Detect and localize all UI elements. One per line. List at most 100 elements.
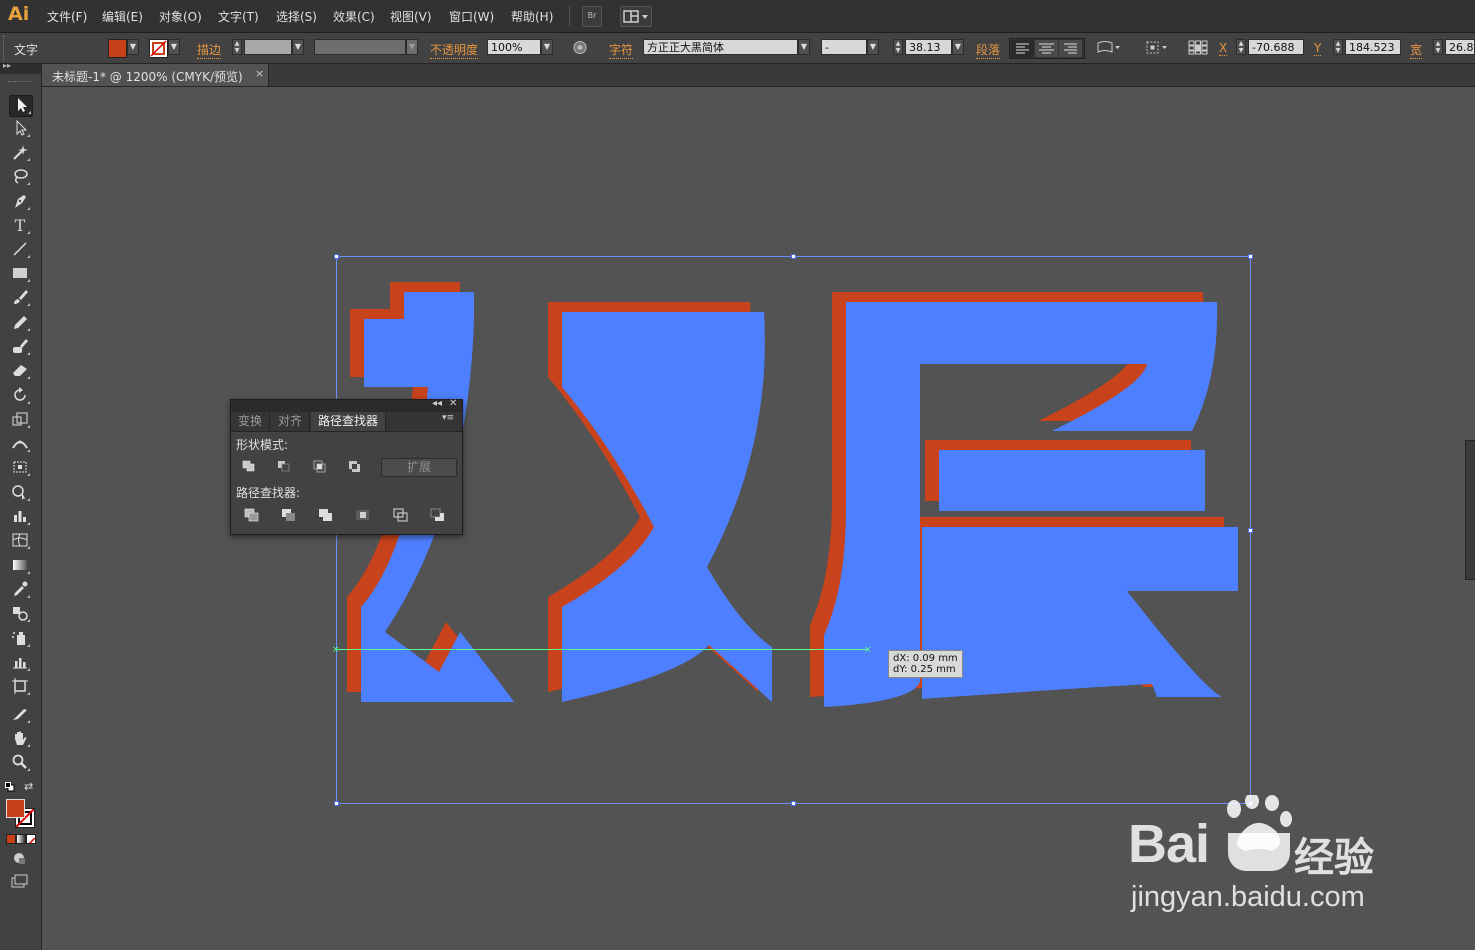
- handle-top-right[interactable]: [1248, 254, 1253, 259]
- menu-edit[interactable]: 编辑(E): [102, 8, 143, 25]
- symbol-sprayer-tool[interactable]: [9, 629, 31, 649]
- font-style-dropdown[interactable]: ▼: [867, 39, 879, 55]
- recolor-artwork-button[interactable]: [572, 40, 588, 55]
- y-label[interactable]: Y: [1314, 41, 1322, 56]
- tab-pathfinder[interactable]: 路径查找器: [311, 412, 387, 431]
- collapsed-panel-dock[interactable]: [1465, 440, 1475, 580]
- stroke-weight-input[interactable]: [244, 39, 292, 55]
- swap-colors-icon[interactable]: ⇄: [24, 780, 36, 793]
- menu-select[interactable]: 选择(S): [276, 8, 317, 25]
- artboard-tool[interactable]: [9, 677, 31, 697]
- none-mode-button[interactable]: [26, 834, 36, 844]
- front-glyph-part[interactable]: [939, 450, 1205, 511]
- paragraph-label[interactable]: 段落: [976, 41, 1001, 59]
- hand-tool[interactable]: [9, 729, 31, 749]
- align-right-button[interactable]: [1059, 40, 1082, 57]
- y-stepper[interactable]: ▲ ▼: [1333, 39, 1343, 55]
- minus-front-button[interactable]: [274, 458, 294, 474]
- free-transform-tool[interactable]: [9, 458, 31, 478]
- scale-tool[interactable]: [9, 410, 31, 430]
- intersect-button[interactable]: [310, 458, 330, 474]
- fill-color-swatch[interactable]: [108, 39, 127, 58]
- x-label[interactable]: X: [1219, 41, 1228, 56]
- unite-button[interactable]: [239, 458, 259, 474]
- blob-brush-tool[interactable]: [9, 337, 31, 357]
- panel-titlebar[interactable]: ◂◂ ✕: [231, 398, 462, 412]
- tab-transform[interactable]: 变换: [231, 412, 271, 431]
- variable-width-profile[interactable]: [314, 39, 406, 55]
- lasso-tool[interactable]: [9, 167, 31, 187]
- handle-bottom-left[interactable]: [334, 801, 339, 806]
- handle-top-left[interactable]: [334, 254, 339, 259]
- document-tab[interactable]: 未标题-1* @ 1200% (CMYK/预览) ×: [42, 64, 269, 86]
- shape-builder-tool[interactable]: [9, 483, 31, 503]
- expand-button[interactable]: 扩展: [381, 458, 457, 477]
- opacity-input[interactable]: 100%: [487, 39, 541, 55]
- pen-tool[interactable]: [9, 192, 31, 212]
- menu-type[interactable]: 文字(T): [218, 8, 259, 25]
- opacity-label[interactable]: 不透明度: [430, 41, 479, 59]
- width-input[interactable]: 26.8: [1445, 39, 1475, 55]
- eyedropper-tool[interactable]: [9, 580, 31, 600]
- magic-wand-tool[interactable]: [9, 143, 31, 163]
- align-left-button[interactable]: [1011, 40, 1034, 57]
- default-colors-button[interactable]: [5, 781, 15, 792]
- line-segment-tool[interactable]: [9, 240, 31, 260]
- menu-help[interactable]: 帮助(H): [511, 8, 553, 25]
- stroke-weight-dropdown[interactable]: ▼: [292, 39, 304, 55]
- panel-close-icon[interactable]: ✕: [449, 398, 457, 409]
- menu-effect[interactable]: 效果(C): [333, 8, 375, 25]
- handle-top-center[interactable]: [791, 254, 796, 259]
- font-style-input[interactable]: -: [821, 39, 867, 55]
- tab-align[interactable]: 对齐: [271, 412, 311, 431]
- toolbox-expand-icon[interactable]: ▸▸: [3, 61, 11, 70]
- toolbox-grip[interactable]: [8, 81, 32, 84]
- font-size-dropdown[interactable]: ▼: [952, 39, 964, 55]
- bridge-button[interactable]: Br: [582, 6, 602, 27]
- selection-tool[interactable]: [9, 95, 33, 117]
- envelope-warp-button[interactable]: [1096, 40, 1122, 55]
- handle-bottom-center[interactable]: [791, 801, 796, 806]
- crop-button[interactable]: [353, 507, 373, 523]
- character-label[interactable]: 字符: [609, 41, 634, 59]
- x-input[interactable]: -70.688: [1248, 39, 1304, 55]
- width-tool[interactable]: [9, 434, 31, 454]
- type-tool[interactable]: T: [9, 216, 31, 236]
- control-bar-grip[interactable]: [3, 35, 7, 61]
- panel-menu-icon[interactable]: ▾≡: [442, 413, 454, 423]
- zoom-tool[interactable]: [9, 753, 31, 773]
- pencil-tool[interactable]: [9, 313, 31, 333]
- text-front-layer[interactable]: [361, 292, 1238, 707]
- font-family-dropdown[interactable]: ▼: [798, 39, 810, 55]
- font-family-input[interactable]: 方正正大黑简体: [643, 39, 798, 55]
- fill-dropdown[interactable]: ▼: [127, 39, 139, 55]
- paintbrush-tool[interactable]: [9, 288, 31, 308]
- font-size-stepper[interactable]: ▲ ▼: [893, 39, 903, 55]
- y-input[interactable]: 184.523: [1345, 39, 1401, 55]
- mesh-tool[interactable]: [9, 531, 31, 551]
- width-label[interactable]: 宽: [1410, 41, 1423, 59]
- outline-button[interactable]: [391, 507, 411, 523]
- divide-button[interactable]: [242, 507, 262, 523]
- menu-file[interactable]: 文件(F): [47, 8, 87, 25]
- gradient-mode-button[interactable]: [16, 834, 26, 844]
- rectangle-tool[interactable]: [9, 264, 31, 284]
- blend-tool[interactable]: [9, 604, 31, 624]
- front-glyph-part[interactable]: [922, 527, 1238, 699]
- stroke-color-swatch[interactable]: [149, 39, 168, 58]
- exclude-button[interactable]: [345, 458, 365, 474]
- menu-object[interactable]: 对象(O): [159, 8, 202, 25]
- trim-button[interactable]: [279, 507, 299, 523]
- panel-collapse-icon[interactable]: ◂◂: [432, 398, 442, 409]
- font-size-input[interactable]: 38.13: [905, 39, 952, 55]
- front-glyph-part[interactable]: [562, 312, 772, 702]
- workspace-switcher[interactable]: [620, 6, 652, 27]
- merge-button[interactable]: [316, 507, 336, 523]
- profile-dropdown[interactable]: ▼: [406, 39, 418, 55]
- menu-window[interactable]: 窗口(W): [449, 8, 494, 25]
- screen-mode-button[interactable]: [10, 874, 30, 888]
- graph-tool[interactable]: [9, 507, 31, 527]
- direct-selection-tool[interactable]: [9, 119, 31, 139]
- stroke-weight-stepper[interactable]: ▲ ▼: [232, 39, 242, 55]
- minus-back-button[interactable]: [428, 507, 448, 523]
